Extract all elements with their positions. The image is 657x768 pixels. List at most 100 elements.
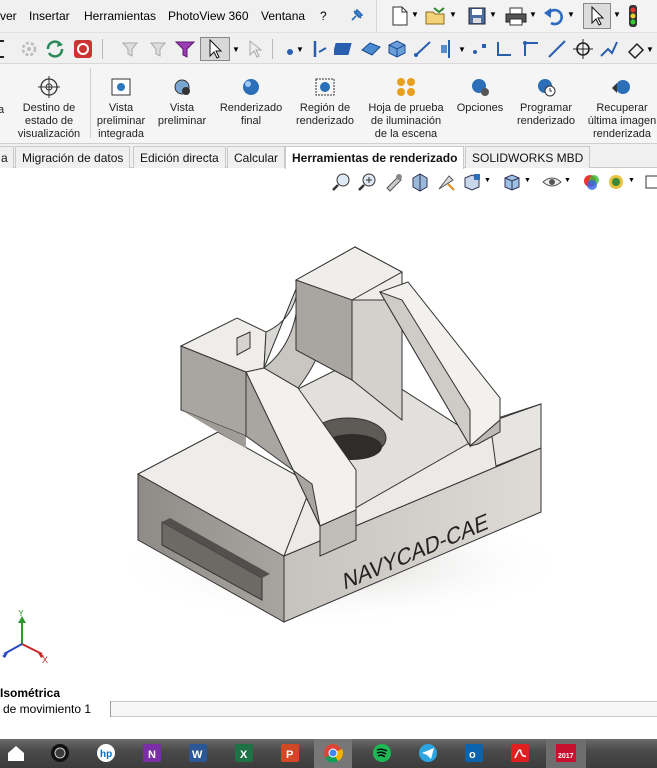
print-icon[interactable] xyxy=(505,6,527,26)
chevron-down-icon[interactable]: ▼ xyxy=(524,177,531,184)
select-button[interactable] xyxy=(583,3,611,29)
ribbon-button-render-region[interactable]: Región de renderizado xyxy=(290,70,360,128)
mirror-icon[interactable] xyxy=(438,38,460,60)
menu-view[interactable]: ver xyxy=(0,9,17,23)
chevron-down-icon[interactable]: ▼ xyxy=(564,177,571,184)
axis-icon[interactable] xyxy=(310,38,332,60)
render-tools-ribbon: a Destino de estado de visualización Vis… xyxy=(0,64,657,144)
chevron-down-icon[interactable]: ▼ xyxy=(458,45,466,54)
pdf-reader-icon[interactable] xyxy=(508,742,532,764)
menu-help[interactable]: ? xyxy=(320,9,327,23)
tab-partial[interactable]: a xyxy=(0,146,14,168)
hp-icon[interactable]: hp xyxy=(94,742,118,764)
chevron-down-icon[interactable]: ▼ xyxy=(484,177,491,184)
new-document-icon[interactable] xyxy=(391,6,409,26)
ribbon-button-options[interactable]: Opciones xyxy=(452,70,508,115)
section-view-hud-icon[interactable] xyxy=(410,172,430,192)
tab-render-tools[interactable]: Herramientas de renderizado xyxy=(285,146,465,169)
line-icon[interactable] xyxy=(546,38,568,60)
previous-view-icon[interactable] xyxy=(384,172,404,192)
gear-dim-icon[interactable] xyxy=(18,38,40,60)
command-toolbar: ▼ ▼ ▼ ▼ xyxy=(0,32,657,64)
ribbon-button-final-render[interactable]: Renderizado final xyxy=(214,70,288,128)
zoom-area-icon[interactable] xyxy=(358,172,378,192)
menu-tools[interactable]: Herramientas xyxy=(84,9,156,23)
onenote-icon[interactable]: N xyxy=(140,742,164,764)
display-style-icon[interactable] xyxy=(502,172,522,192)
chevron-down-icon[interactable]: ▼ xyxy=(613,10,621,19)
refresh-rebuild-icon[interactable] xyxy=(44,38,66,60)
chevron-down-icon[interactable]: ▼ xyxy=(529,10,537,19)
chevron-down-icon[interactable]: ▼ xyxy=(646,45,654,54)
cube-icon[interactable] xyxy=(386,38,408,60)
home-icon[interactable] xyxy=(4,742,28,764)
ribbon-button-display-state[interactable]: a xyxy=(0,104,8,117)
corner-rectangle-icon[interactable] xyxy=(494,38,516,60)
options-gear-icon[interactable] xyxy=(72,38,94,60)
chevron-down-icon[interactable]: ▼ xyxy=(628,177,635,184)
ribbon-button-recall-last-image[interactable]: Recuperar última imagen renderizada xyxy=(584,70,657,141)
ribbon-button-preview-window[interactable]: Vista preliminar xyxy=(154,70,210,128)
dynamic-annotation-icon[interactable] xyxy=(436,172,456,192)
surface-icon[interactable] xyxy=(360,38,382,60)
box-select-icon[interactable] xyxy=(244,38,266,60)
tab-solidworks-mbd[interactable]: SOLIDWORKS MBD xyxy=(465,146,591,168)
zoom-to-fit-icon[interactable] xyxy=(332,172,352,192)
chevron-down-icon[interactable]: ▼ xyxy=(567,10,575,19)
filter-faces-icon[interactable] xyxy=(148,38,170,60)
spline-icon[interactable] xyxy=(470,38,492,60)
motion-study-tab[interactable]: de movimiento 1 xyxy=(0,701,111,717)
ribbon-button-label: Programar renderizado xyxy=(516,102,576,127)
chevron-down-icon[interactable]: ▼ xyxy=(489,10,497,19)
chevron-down-icon[interactable]: ▼ xyxy=(232,45,240,54)
word-icon[interactable]: W xyxy=(186,742,210,764)
plane-icon[interactable] xyxy=(334,38,356,60)
tab-direct-edit[interactable]: Edición directa xyxy=(133,146,226,168)
svg-text:2017: 2017 xyxy=(558,753,574,760)
tab-data-migration[interactable]: Migración de datos xyxy=(15,146,131,168)
solidworks-taskbar-button[interactable]: 2017 xyxy=(546,739,586,768)
relation-icon[interactable] xyxy=(598,38,620,60)
filter-icon[interactable] xyxy=(120,38,142,60)
open-folder-icon[interactable] xyxy=(425,6,447,26)
construction-line-icon[interactable] xyxy=(520,38,542,60)
menu-photoview[interactable]: PhotoView 360 xyxy=(168,9,249,23)
undo-icon[interactable] xyxy=(543,6,565,26)
save-icon[interactable] xyxy=(467,6,487,26)
menu-window[interactable]: Ventana xyxy=(261,9,305,23)
part-model-render[interactable]: NAVYCAD-CAE xyxy=(0,196,657,701)
edit-appearance-icon[interactable] xyxy=(582,172,602,192)
spotify-icon[interactable] xyxy=(370,742,394,764)
chrome-taskbar-button[interactable] xyxy=(314,739,352,768)
chevron-down-icon[interactable]: ▼ xyxy=(411,10,419,19)
ribbon-button-integrated-preview[interactable]: Vista preliminar integrada xyxy=(93,70,149,141)
powerpoint-icon[interactable]: P xyxy=(278,742,302,764)
ribbon-button-display-state-target[interactable]: Destino de estado de visualización xyxy=(10,70,88,141)
section-view-icon[interactable] xyxy=(0,38,18,60)
dimension-icon[interactable] xyxy=(412,38,434,60)
measure-icon[interactable] xyxy=(626,38,648,60)
graphics-area[interactable]: NAVYCAD-CAE Y X xyxy=(0,196,657,701)
excel-icon[interactable]: X xyxy=(232,742,256,764)
outlook-icon[interactable]: o xyxy=(462,742,486,764)
pin-icon[interactable] xyxy=(348,8,364,24)
chevron-down-icon[interactable]: ▼ xyxy=(449,10,457,19)
ribbon-button-scene-proof-sheet[interactable]: Hoja de prueba de iluminación de la esce… xyxy=(362,70,450,141)
apply-scene-icon[interactable] xyxy=(606,172,626,192)
select-tool-button[interactable] xyxy=(200,37,230,61)
chevron-down-icon[interactable]: ▼ xyxy=(296,45,304,54)
ribbon-button-schedule-render[interactable]: Programar renderizado xyxy=(512,70,580,128)
triad-y-label: Y xyxy=(18,610,24,618)
view-orientation-icon[interactable] xyxy=(462,172,482,192)
tab-evaluate[interactable]: Calcular xyxy=(227,146,286,168)
view-settings-icon[interactable] xyxy=(644,172,657,192)
hide-show-items-icon[interactable] xyxy=(542,172,562,192)
traffic-light-icon[interactable] xyxy=(627,4,639,28)
menu-insert[interactable]: Insertar xyxy=(29,9,70,23)
camera-app-icon[interactable] xyxy=(48,742,72,764)
crosshair-icon[interactable] xyxy=(572,38,594,60)
filter-toolbar-icon[interactable] xyxy=(174,38,196,60)
ribbon-button-label: Vista preliminar integrada xyxy=(96,102,146,140)
svg-text:X: X xyxy=(240,749,248,761)
telegram-icon[interactable] xyxy=(416,742,440,764)
